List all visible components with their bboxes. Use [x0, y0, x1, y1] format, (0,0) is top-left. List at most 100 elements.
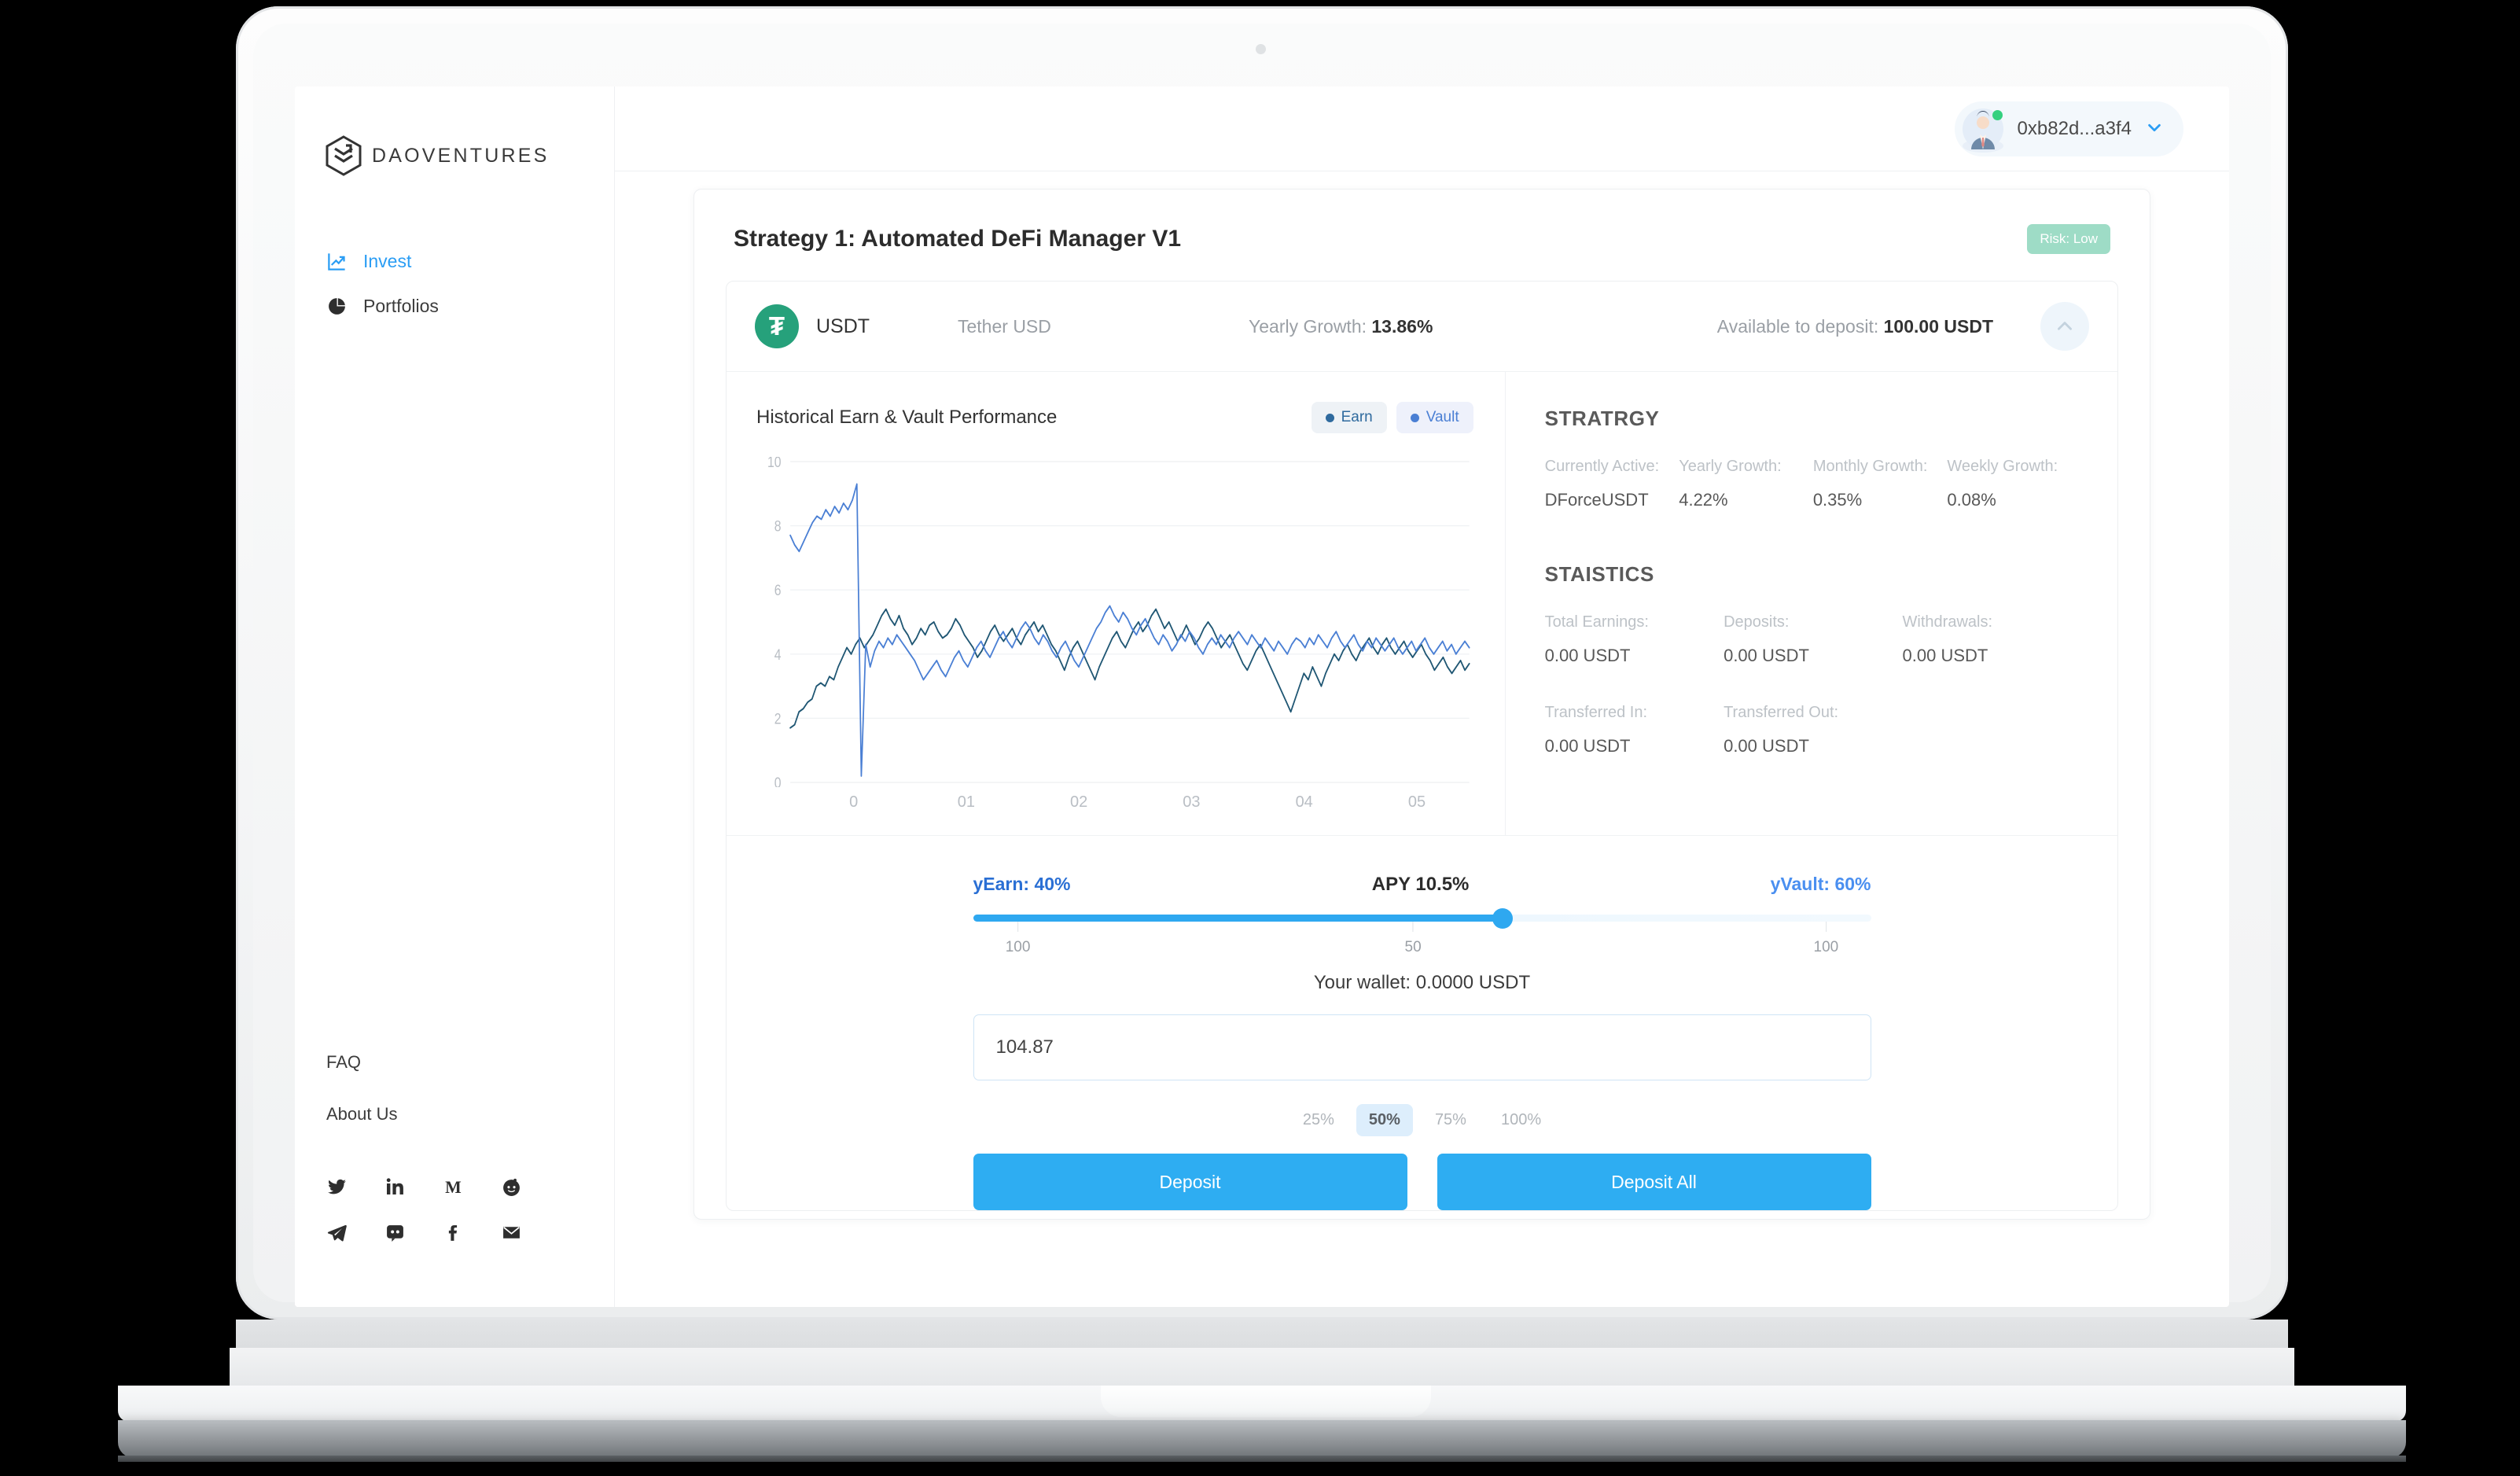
sidebar: DAOVENTURES Invest Portfolios FAQ About … — [295, 86, 615, 1307]
svg-text:8: 8 — [774, 517, 782, 535]
svg-text:6: 6 — [774, 582, 782, 599]
brand-logo[interactable]: DAOVENTURES — [295, 86, 614, 176]
token-yearly-growth-label: Yearly Growth: — [1249, 315, 1367, 337]
allocation-slider-group: yEarn: 40% APY 10.5% yVault: 60% 100 50 10… — [973, 874, 1871, 956]
tether-usdt-icon: ₮ — [755, 304, 799, 348]
laptop-mockup: DAOVENTURES Invest Portfolios FAQ About … — [0, 0, 2520, 1476]
strategy-header: Strategy 1: Automated DeFi Manager V1 Ri… — [694, 190, 2150, 281]
sidebar-item-label: Portfolios — [363, 296, 439, 316]
token-yearly-growth-value: 13.86% — [1371, 315, 1433, 337]
tick-label: 50 — [1404, 939, 1422, 955]
stat-transferred-in: Transferred In: 0.00 USDT — [1545, 704, 1724, 756]
statistics-row-2: Transferred In: 0.00 USDT Transferred Ou… — [1545, 704, 2081, 756]
status-badge[interactable]: Risk: Low — [2027, 224, 2110, 254]
wallet-balance-text: Your wallet: 0.0000 USDT — [1313, 972, 1531, 993]
facebook-icon[interactable] — [443, 1222, 463, 1242]
strategy-card: Strategy 1: Automated DeFi Manager V1 Ri… — [693, 189, 2150, 1220]
stat-label: Transferred Out: — [1724, 704, 1839, 721]
percent-option-50[interactable]: 50% — [1356, 1104, 1413, 1136]
stat-label: Monthly Growth: — [1812, 458, 1928, 475]
x-axis-tick-label: 04 — [1295, 793, 1313, 811]
x-axis-tick-label: 0 — [849, 793, 859, 811]
stat-label: Weekly Growth: — [1947, 458, 2058, 475]
svg-text:2: 2 — [774, 710, 782, 727]
chart-title: Historical Earn & Vault Performance — [756, 407, 1058, 428]
x-axis-tick-label: 02 — [1070, 793, 1088, 811]
apy-label: APY 10.5% — [1371, 874, 1470, 895]
token-yearly-growth: Yearly Growth: 13.86% — [1249, 316, 1634, 337]
stat-label: Total Earnings: — [1544, 613, 1649, 631]
stat-monthly-growth: Monthly Growth: 0.35% — [1813, 458, 1948, 510]
topbar: 0xb82d...a3f4 — [615, 86, 2229, 171]
webcam-icon — [1256, 44, 1266, 54]
amount-input[interactable] — [973, 1014, 1871, 1080]
social-row-2 — [326, 1222, 531, 1242]
daoventures-hex-logo-icon — [325, 135, 362, 176]
sidebar-item-portfolios[interactable]: Portfolios — [295, 284, 614, 329]
token-available-value: 100.00 USDT — [1883, 315, 1993, 337]
wallet-chip[interactable]: 0xb82d...a3f4 — [1954, 101, 2183, 156]
stat-value: DForceUSDT — [1544, 490, 1649, 510]
avatar — [1962, 108, 2003, 153]
token-summary-row[interactable]: ₮ USDT Tether USD Yearly Growth: 13.86% … — [727, 282, 2117, 372]
discord-icon[interactable] — [384, 1222, 405, 1242]
strategy-stats-row: Currently Active: DForceUSDT Yearly Grow… — [1545, 458, 2081, 510]
brand-name: DAOVENTURES — [372, 144, 550, 167]
yvault-allocation-label: yVault: 60% — [1770, 874, 1871, 894]
yearn-allocation-label: yEarn: 40% — [973, 874, 1071, 894]
chevron-up-icon[interactable] — [2040, 302, 2089, 351]
linkedin-icon[interactable] — [384, 1176, 405, 1197]
token-name: Tether USD — [958, 315, 1051, 337]
sidebar-nav: Invest Portfolios — [295, 239, 614, 329]
page-title: Strategy 1: Automated DeFi Manager V1 — [734, 226, 1182, 252]
svg-text:M: M — [445, 1177, 462, 1196]
chart-x-axis: 0 01 02 03 04 05 — [756, 793, 1473, 812]
chevron-down-icon[interactable] — [2146, 119, 2163, 139]
stat-withdrawals: Withdrawals: 0.00 USDT — [1903, 613, 2081, 666]
deposit-button[interactable]: Deposit — [973, 1154, 1407, 1210]
medium-icon[interactable]: M — [443, 1176, 463, 1197]
screen: DAOVENTURES Invest Portfolios FAQ About … — [295, 86, 2229, 1307]
stat-label: Yearly Growth: — [1679, 458, 1782, 475]
social-row-1: M — [326, 1176, 531, 1197]
trending-up-icon — [326, 251, 348, 272]
percent-option-75[interactable]: 75% — [1422, 1104, 1479, 1136]
chart-panel: Historical Earn & Vault Performance Earn — [727, 372, 1506, 835]
token-symbol: USDT — [816, 315, 870, 337]
strategy-stats-heading: STRATRGY — [1544, 407, 1660, 430]
sidebar-item-invest[interactable]: Invest — [295, 239, 614, 284]
allocation-labels: yEarn: 40% APY 10.5% yVault: 60% — [973, 874, 1871, 896]
email-icon[interactable] — [501, 1222, 521, 1242]
stat-currently-active: Currently Active: DForceUSDT — [1545, 458, 1679, 510]
footer-link-about-us[interactable]: About Us — [326, 1104, 398, 1124]
laptop-base-mid — [230, 1348, 2294, 1386]
allocation-slider[interactable] — [973, 907, 1871, 929]
line-chart: 0 2 4 6 8 10 — [756, 457, 1473, 787]
percent-option-100[interactable]: 100% — [1488, 1104, 1554, 1136]
reddit-icon[interactable] — [501, 1176, 521, 1197]
stat-yearly-growth: Yearly Growth: 4.22% — [1679, 458, 1813, 510]
slider-ticks: 100 50 100 — [973, 922, 1871, 956]
stat-label: Transferred In: — [1544, 704, 1648, 721]
laptop-base-notch — [1101, 1386, 1431, 1417]
svg-text:10: 10 — [767, 457, 782, 470]
slider-fill — [973, 915, 1503, 922]
deposit-all-button[interactable]: Deposit All — [1437, 1154, 1871, 1210]
legend-item-vault[interactable]: Vault — [1396, 402, 1473, 433]
svg-text:0: 0 — [774, 775, 782, 787]
stat-label: Deposits: — [1724, 613, 1790, 631]
legend-item-earn[interactable]: Earn — [1311, 402, 1387, 433]
user-avatar-icon — [1962, 108, 2003, 153]
tick-label: 100 — [1005, 939, 1031, 955]
chart-legend: Earn Vault — [1311, 402, 1473, 433]
stat-deposits: Deposits: 0.00 USDT — [1724, 613, 1902, 666]
stat-value: 0.00 USDT — [1724, 646, 1809, 665]
twitter-icon[interactable] — [326, 1176, 347, 1197]
svg-text:4: 4 — [774, 646, 782, 663]
token-details: Historical Earn & Vault Performance Earn — [727, 372, 2117, 836]
tick-label: 100 — [1813, 939, 1839, 955]
footer-link-faq[interactable]: FAQ — [326, 1052, 398, 1073]
legend-dot-icon — [1325, 413, 1334, 422]
percent-option-25[interactable]: 25% — [1290, 1104, 1347, 1136]
telegram-icon[interactable] — [326, 1222, 347, 1242]
